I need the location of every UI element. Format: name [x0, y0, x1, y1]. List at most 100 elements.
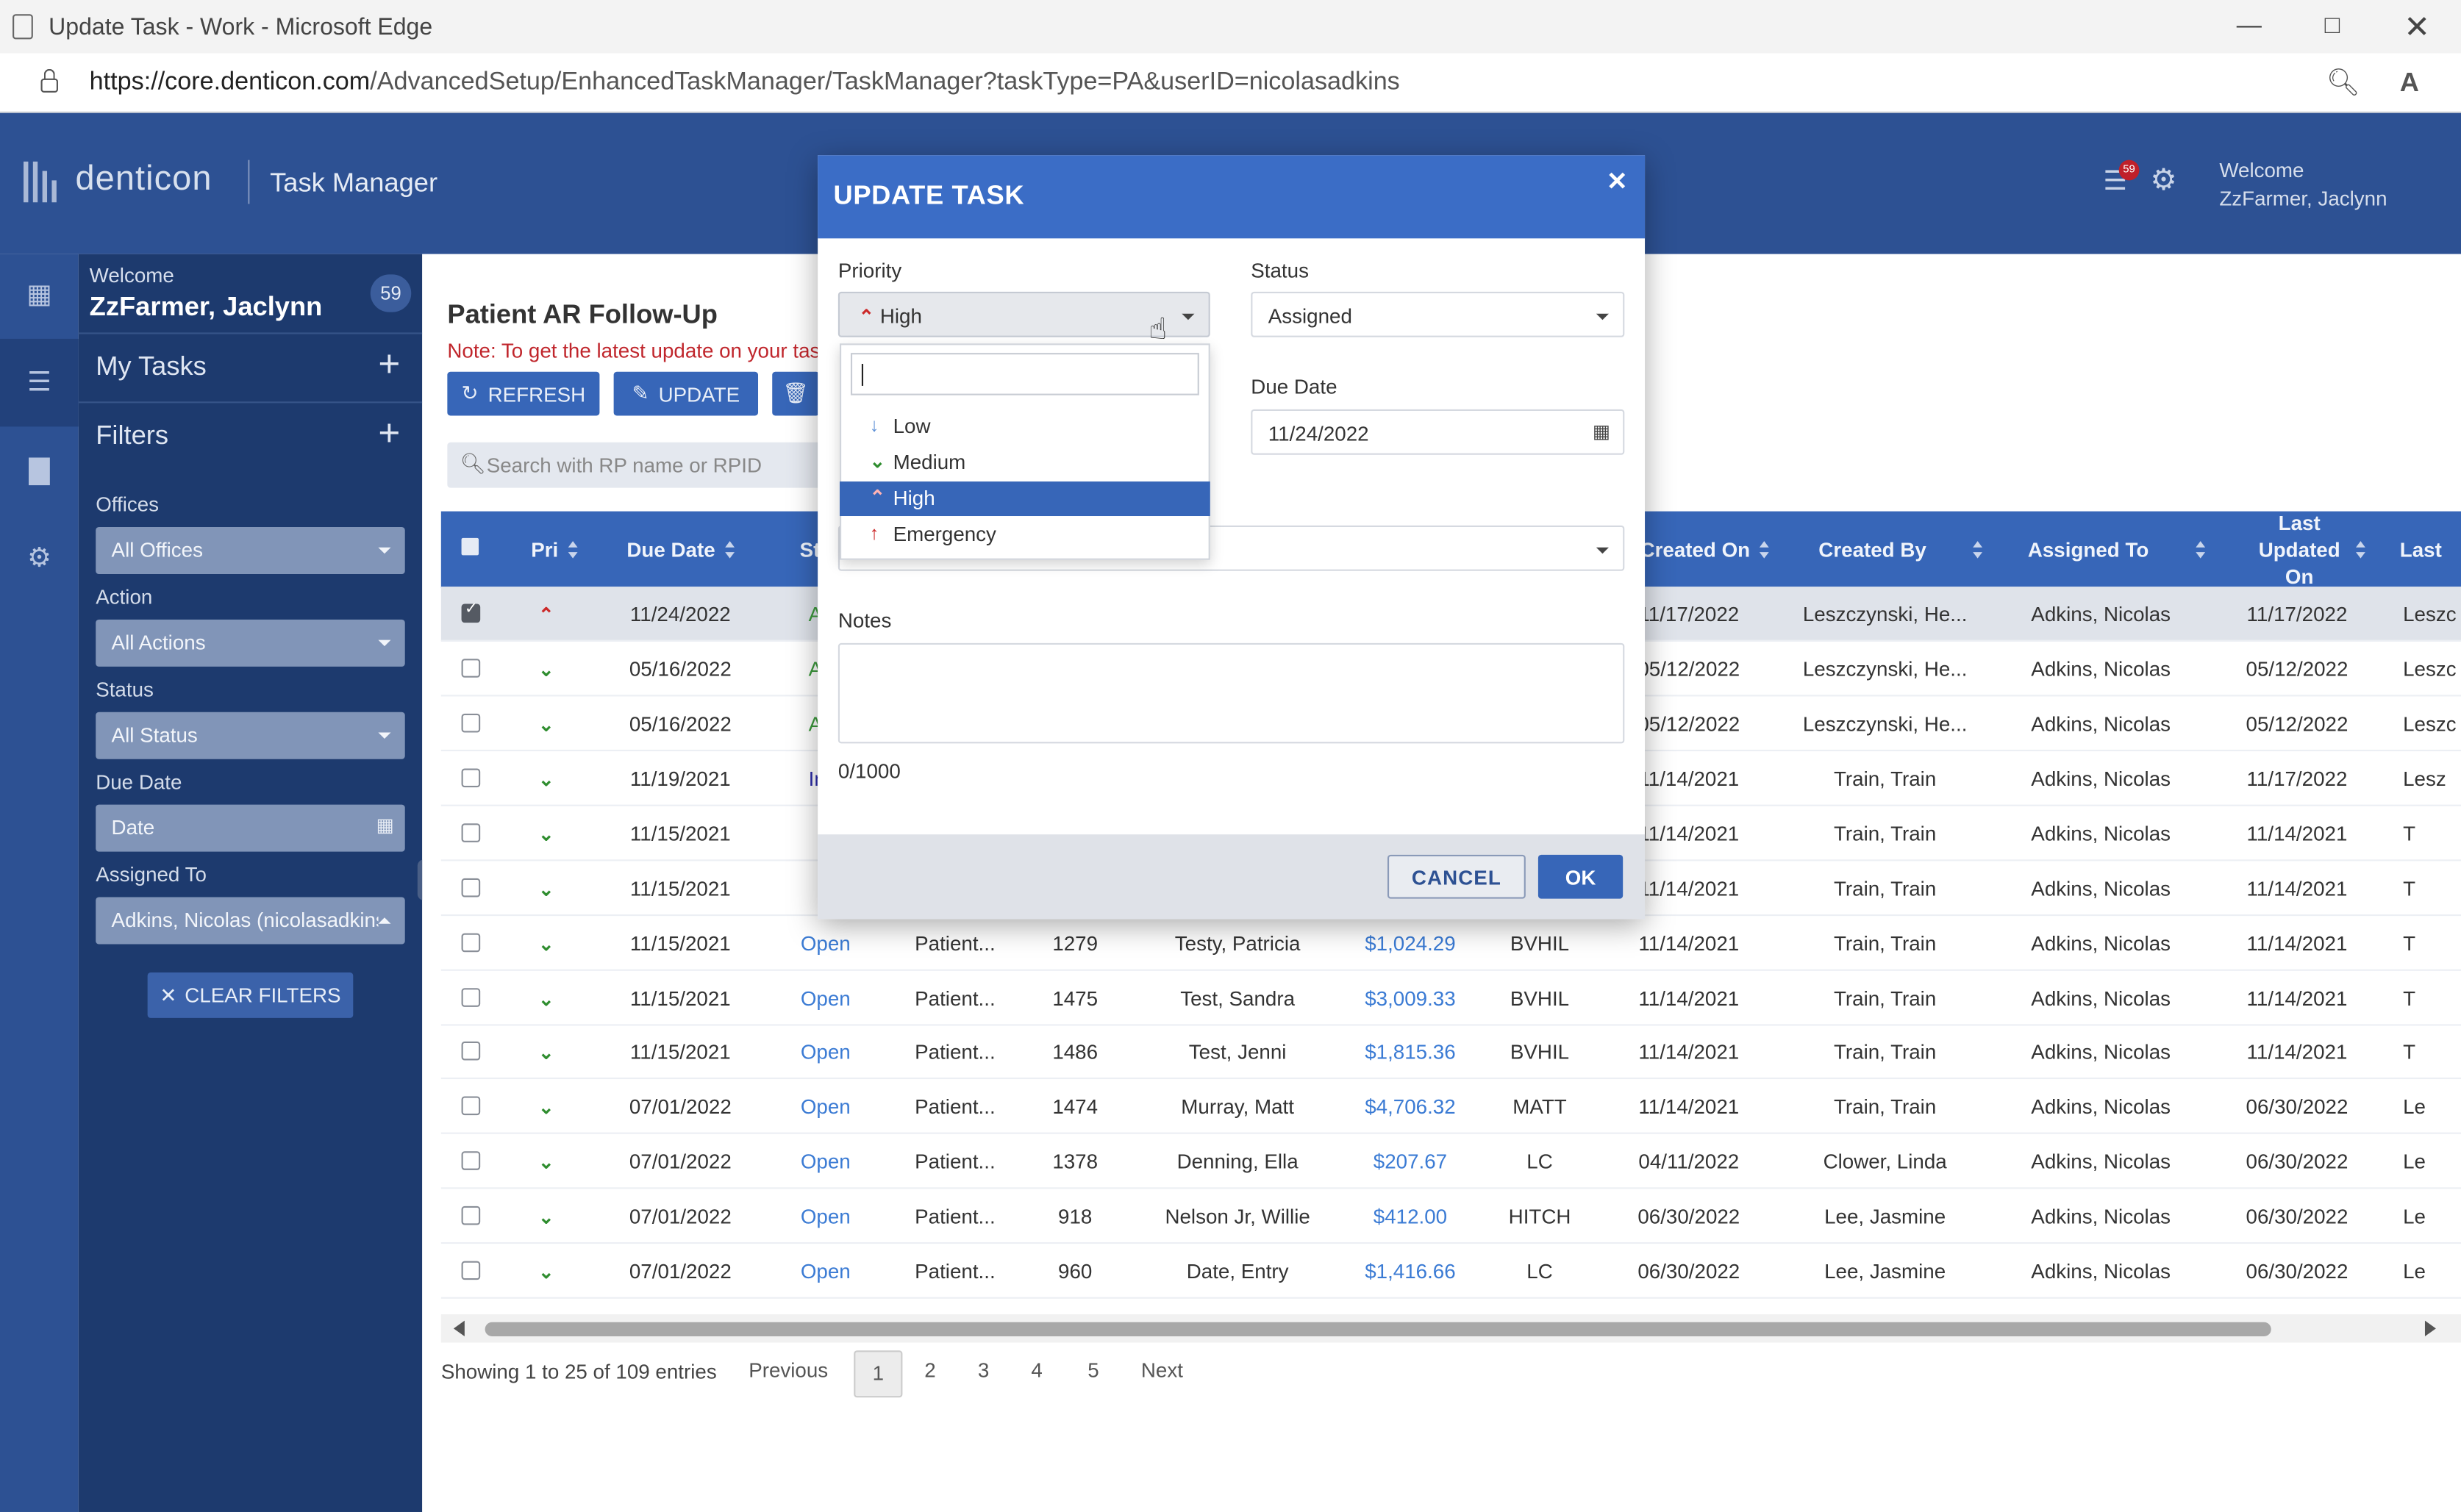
gear-icon[interactable]: ⚙ [2150, 163, 2176, 199]
update-button[interactable]: ✎ UPDATE [613, 371, 759, 416]
row-checkbox[interactable] [461, 1205, 481, 1225]
row-checkbox[interactable] [461, 601, 481, 623]
calendar-icon[interactable]: ▦ [1593, 420, 1610, 443]
cell-amount[interactable]: $3,009.33 [1351, 971, 1469, 1026]
clear-filters-button[interactable]: ✕ CLEAR FILTERS [147, 972, 354, 1018]
cell-amount[interactable]: $412.00 [1351, 1189, 1469, 1244]
row-checkbox[interactable] [461, 768, 481, 788]
cell-amount[interactable]: $4,706.32 [1351, 1079, 1469, 1134]
pagination-page-2[interactable]: 2 [924, 1358, 935, 1382]
action-select[interactable]: All Actions [96, 619, 405, 667]
cell-status[interactable]: Open [771, 1134, 880, 1189]
due-date-field-input[interactable]: 11/24/2022 ▦ [1251, 409, 1625, 455]
cell-amount[interactable]: $1,815.36 [1351, 1024, 1469, 1079]
cell-status[interactable]: Open [771, 1244, 880, 1299]
read-aloud-icon[interactable]: A [2400, 68, 2419, 99]
cell-status[interactable]: Open [771, 1189, 880, 1244]
delete-button[interactable]: 🗑︎ [772, 371, 820, 416]
col-header-last[interactable]: Last [2400, 512, 2461, 589]
add-filter-icon[interactable]: + [378, 412, 400, 456]
cell-updated-on: 05/12/2022 [2246, 712, 2349, 736]
cell-status[interactable]: Open [771, 1024, 880, 1079]
col-header-last-updated-on[interactable]: Last Updated On [2230, 512, 2387, 588]
minimize-icon[interactable]: — [2207, 0, 2291, 54]
row-checkbox[interactable] [461, 988, 481, 1007]
col-header-assigned-to[interactable]: Assigned To [2018, 512, 2215, 589]
row-checkbox[interactable] [461, 1261, 481, 1280]
priority-option-emergency[interactable]: ↑ Emergency [840, 517, 1210, 552]
assigned-to-select[interactable]: Adkins, Nicolas (nicolasadkins) [96, 897, 405, 945]
table-row[interactable]: ⌄ 07/01/2022 Open Patient... 1474 Murray, Mat… [440, 1079, 2461, 1134]
priority-option-medium[interactable]: ⌄ Medium [840, 445, 1210, 480]
scroll-right-icon[interactable] [2424, 1320, 2436, 1336]
add-task-icon[interactable]: + [378, 343, 400, 387]
table-row[interactable]: ⌄ 11/15/2021 Open Patient... 1475 Test, Sandr… [440, 971, 2461, 1026]
priority-option-high[interactable]: ⌃ High [840, 481, 1210, 517]
close-icon[interactable]: ✕ [1607, 166, 1628, 198]
pagination-page-4[interactable]: 4 [1031, 1358, 1042, 1382]
table-row[interactable]: ⌄ 07/01/2022 Open Patient... 918 Nelson Jr, W… [440, 1189, 2461, 1244]
row-checkbox[interactable] [461, 933, 481, 953]
calendar-icon[interactable]: ▦ [376, 814, 394, 836]
scroll-left-icon[interactable] [453, 1320, 465, 1336]
scrollbar-thumb[interactable] [485, 1322, 2271, 1336]
notes-textarea[interactable] [837, 642, 1625, 744]
dashboard-icon[interactable]: ▦ [0, 251, 79, 338]
col-header-due-date[interactable]: Due Date [598, 512, 762, 589]
zoom-out-icon[interactable]: 🔍︎ [2326, 68, 2360, 99]
address-bar[interactable]: https://core.denticon.com/AdvancedSetup/… [0, 53, 2461, 113]
cancel-button[interactable]: CANCEL [1387, 854, 1526, 899]
pagination-page-3[interactable]: 3 [978, 1358, 989, 1382]
row-checkbox[interactable] [461, 1151, 481, 1170]
row-checkbox[interactable] [461, 823, 481, 842]
cell-name: Nelson Jr, Willie [1165, 1204, 1310, 1228]
cell-amount[interactable]: $1,416.66 [1351, 1244, 1469, 1299]
table-row[interactable]: ⌄ 07/01/2022 Open Patient... 1378 Denning, El… [440, 1134, 2461, 1189]
cell-office: HITCH [1508, 1204, 1571, 1228]
cell-last: Leszc [2403, 602, 2457, 626]
my-tasks-row[interactable]: My Tasks + [78, 332, 423, 401]
ok-button[interactable]: OK [1537, 854, 1624, 899]
cell-status[interactable]: Open [771, 1079, 880, 1134]
row-checkbox[interactable] [461, 659, 481, 678]
row-checkbox[interactable] [461, 878, 481, 897]
horizontal-scrollbar[interactable] [440, 1314, 2461, 1343]
status-select[interactable]: All Status [96, 712, 405, 759]
priority-search-input[interactable] [850, 353, 1199, 395]
pagination-next[interactable]: Next [1141, 1358, 1183, 1382]
select-all-checkbox[interactable] [461, 537, 479, 556]
search-input[interactable]: 🔍︎ Search with RP name or RPID [447, 442, 824, 488]
cell-due: 07/01/2022 [629, 1150, 732, 1174]
due-date-input[interactable]: Date ▦ [96, 804, 405, 852]
col-header-created-on-label: Created On [1640, 537, 1751, 562]
filters-row[interactable]: Filters + [78, 401, 423, 470]
reports-icon[interactable]: ▇ [0, 426, 79, 514]
col-header-created-by[interactable]: Created By [1807, 512, 1995, 589]
cell-amount[interactable]: $207.67 [1351, 1134, 1469, 1189]
window-title: Update Task - Work - Microsoft Edge [49, 13, 433, 40]
refresh-button[interactable]: ↻ REFRESH [447, 371, 600, 416]
refresh-label: REFRESH [487, 381, 586, 406]
task-list-nav-icon[interactable]: ☰ [0, 338, 79, 427]
header-welcome-label: Welcome [2219, 158, 2304, 182]
table-row[interactable]: ⌄ 07/01/2022 Open Patient... 960 Date, Entry $… [440, 1244, 2461, 1299]
row-checkbox[interactable] [461, 1096, 481, 1116]
priority-option-low[interactable]: ↓ Low [840, 409, 1210, 444]
cell-amount[interactable]: $1,024.29 [1351, 916, 1469, 971]
status-field-select[interactable]: Assigned [1251, 291, 1625, 337]
row-checkbox[interactable] [461, 713, 481, 733]
pagination-page-1[interactable]: 1 [854, 1350, 903, 1398]
table-row[interactable]: ⌄ 11/15/2021 Open Patient... 1279 Testy, Patr… [440, 916, 2461, 971]
cell-status[interactable]: Open [771, 971, 880, 1026]
url-text[interactable]: https://core.denticon.com/AdvancedSetup/… [90, 68, 1400, 96]
cell-status[interactable]: Open [771, 916, 880, 971]
pagination-page-5[interactable]: 5 [1087, 1358, 1099, 1382]
row-checkbox[interactable] [461, 1041, 481, 1061]
close-icon[interactable]: ✕ [2375, 0, 2460, 54]
settings-icon[interactable]: ⚙ [0, 515, 79, 602]
table-row[interactable]: ⌄ 11/15/2021 Open Patient... 1486 Test, Jenni… [440, 1024, 2461, 1080]
offices-select[interactable]: All Offices [96, 526, 405, 574]
pagination-previous[interactable]: Previous [749, 1358, 828, 1382]
maximize-icon[interactable]: □ [2290, 0, 2374, 54]
col-header-pri[interactable]: Pri [515, 512, 593, 589]
